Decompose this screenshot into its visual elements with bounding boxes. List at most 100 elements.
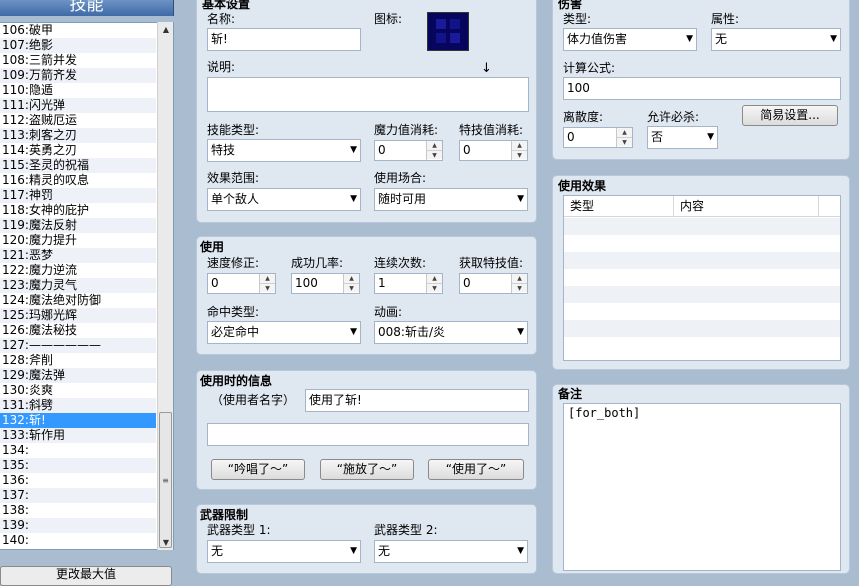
scroll-up-icon[interactable]: ▲ [158,22,174,37]
damage-type-value: 体力值伤害 [567,32,628,46]
list-item[interactable]: 128:斧削 [0,353,156,368]
list-item[interactable]: 130:炎爽 [0,383,156,398]
weapon-type2-select[interactable]: 无 ▼ [374,540,528,563]
quick-setting-button[interactable]: 简易设置... [742,105,838,126]
chevron-down-icon: ▼ [517,327,524,337]
list-item[interactable]: 136: [0,473,156,488]
list-item[interactable]: 137: [0,488,156,503]
list-item[interactable]: 132:斩! [0,413,156,428]
scroll-thumb[interactable]: ≡ [159,412,172,548]
critical-select[interactable]: 否 ▼ [647,126,718,149]
scope-select[interactable]: 单个敌人 ▼ [207,188,361,211]
list-item[interactable]: 134: [0,443,156,458]
spin-down-icon[interactable]: ▼ [427,283,442,292]
list-item[interactable]: 124:魔法绝对防御 [0,293,156,308]
list-item[interactable]: 127:—————— [0,338,156,353]
variance-spinner[interactable]: 0 ▲ ▼ [563,127,633,148]
list-item[interactable]: 129:魔法弹 [0,368,156,383]
list-item[interactable]: 114:英勇之刃 [0,143,156,158]
spin-up-icon[interactable]: ▲ [512,141,527,150]
spin-down-icon[interactable]: ▼ [260,283,275,292]
list-item[interactable]: 118:女神的庇护 [0,203,156,218]
name-field[interactable]: 斩! [207,28,361,51]
list-item[interactable]: 109:万箭齐发 [0,68,156,83]
spin-up-icon[interactable]: ▲ [512,274,527,283]
list-item[interactable]: 120:魔力提升 [0,233,156,248]
repeat-spinner[interactable]: 1 ▲ ▼ [374,273,443,294]
sing-button[interactable]: “吟唱了～” [211,459,305,480]
list-item[interactable]: 106:破甲 [0,23,156,38]
spin-down-icon[interactable]: ▼ [427,150,442,159]
tp-cost-spinner[interactable]: 0 ▲ ▼ [459,140,528,161]
table-row[interactable] [564,269,840,286]
formula-field[interactable]: 100 [563,77,841,100]
speed-spinner[interactable]: 0 ▲ ▼ [207,273,276,294]
mp-cost-spinner[interactable]: 0 ▲ ▼ [374,140,443,161]
list-item[interactable]: 122:魔力逆流 [0,263,156,278]
element-select[interactable]: 无 ▼ [711,28,841,51]
list-item[interactable]: 115:圣灵的祝福 [0,158,156,173]
list-item[interactable]: 121:恶梦 [0,248,156,263]
list-item[interactable]: 123:魔力灵气 [0,278,156,293]
success-spinner[interactable]: 100 ▲ ▼ [291,273,360,294]
hit-type-select[interactable]: 必定命中 ▼ [207,321,361,344]
table-row[interactable] [564,320,840,337]
spin-up-icon[interactable]: ▲ [427,274,442,283]
skill-type-select[interactable]: 特技 ▼ [207,139,361,162]
spin-down-icon[interactable]: ▼ [512,283,527,292]
table-row[interactable] [564,235,840,252]
list-item[interactable]: 138: [0,503,156,518]
table-row[interactable] [564,218,840,235]
list-item[interactable]: 126:魔法秘技 [0,323,156,338]
spin-down-icon[interactable]: ▼ [512,150,527,159]
use-button[interactable]: “使用了～” [428,459,524,480]
table-row[interactable] [564,252,840,269]
message-line2-field[interactable] [207,423,529,446]
table-row[interactable] [564,303,840,320]
list-item[interactable]: 139: [0,518,156,533]
spin-down-icon[interactable]: ▼ [344,283,359,292]
list-header: 技能 [0,0,174,16]
list-item[interactable]: 131:斜劈 [0,398,156,413]
effects-table-header: 类型 内容 [564,196,840,217]
chevron-down-icon: ▼ [830,34,837,44]
list-item[interactable]: 112:盗贼厄运 [0,113,156,128]
icon-label: 图标: [374,12,403,26]
col-type-header[interactable]: 类型 [564,196,674,216]
weapon-type1-select[interactable]: 无 ▼ [207,540,361,563]
effects-table[interactable]: 类型 内容 [563,195,841,361]
message-line1-field[interactable]: 使用了斩! [305,389,529,412]
spin-down-icon[interactable]: ▼ [617,137,632,146]
list-item[interactable]: 113:刺客之刃 [0,128,156,143]
list-item[interactable]: 110:隐遁 [0,83,156,98]
basic-settings-title: 基本设置 [202,0,251,11]
change-max-button[interactable]: 更改最大值 [0,566,172,586]
animation-select[interactable]: 008:斩击/炎 ▼ [374,321,528,344]
list-item[interactable]: 116:精灵的叹息 [0,173,156,188]
list-item[interactable]: 119:魔法反射 [0,218,156,233]
skill-list[interactable]: 106:破甲 107:绝影 108:三箭并发 109:万箭齐发 110:隐遁 111:闪光… [0,22,174,550]
skill-icon-picker[interactable] [427,12,469,51]
list-item[interactable]: 133:斩作用 [0,428,156,443]
spin-up-icon[interactable]: ▲ [617,128,632,137]
list-item[interactable]: 111:闪光弹 [0,98,156,113]
tp-gain-spinner[interactable]: 0 ▲ ▼ [459,273,528,294]
spin-up-icon[interactable]: ▲ [427,141,442,150]
list-item[interactable]: 108:三箭并发 [0,53,156,68]
note-textarea[interactable]: [for_both] [563,403,841,571]
list-item[interactable]: 125:玛娜光辉 [0,308,156,323]
spin-up-icon[interactable]: ▲ [260,274,275,283]
spin-up-icon[interactable]: ▲ [344,274,359,283]
table-row[interactable] [564,286,840,303]
list-item[interactable]: 135: [0,458,156,473]
list-item[interactable]: 107:绝影 [0,38,156,53]
list-item[interactable]: 140: [0,533,156,548]
scroll-down-icon[interactable]: ▼ [158,535,174,550]
occasion-select[interactable]: 随时可用 ▼ [374,188,528,211]
col-content-header[interactable]: 内容 [674,196,819,216]
list-scrollbar[interactable]: ▲ ≡ ▼ [157,22,173,550]
list-item[interactable]: 117:神罚 [0,188,156,203]
damage-type-select[interactable]: 体力值伤害 ▼ [563,28,697,51]
cast-button[interactable]: “施放了～” [320,459,414,480]
description-field[interactable] [207,77,529,112]
